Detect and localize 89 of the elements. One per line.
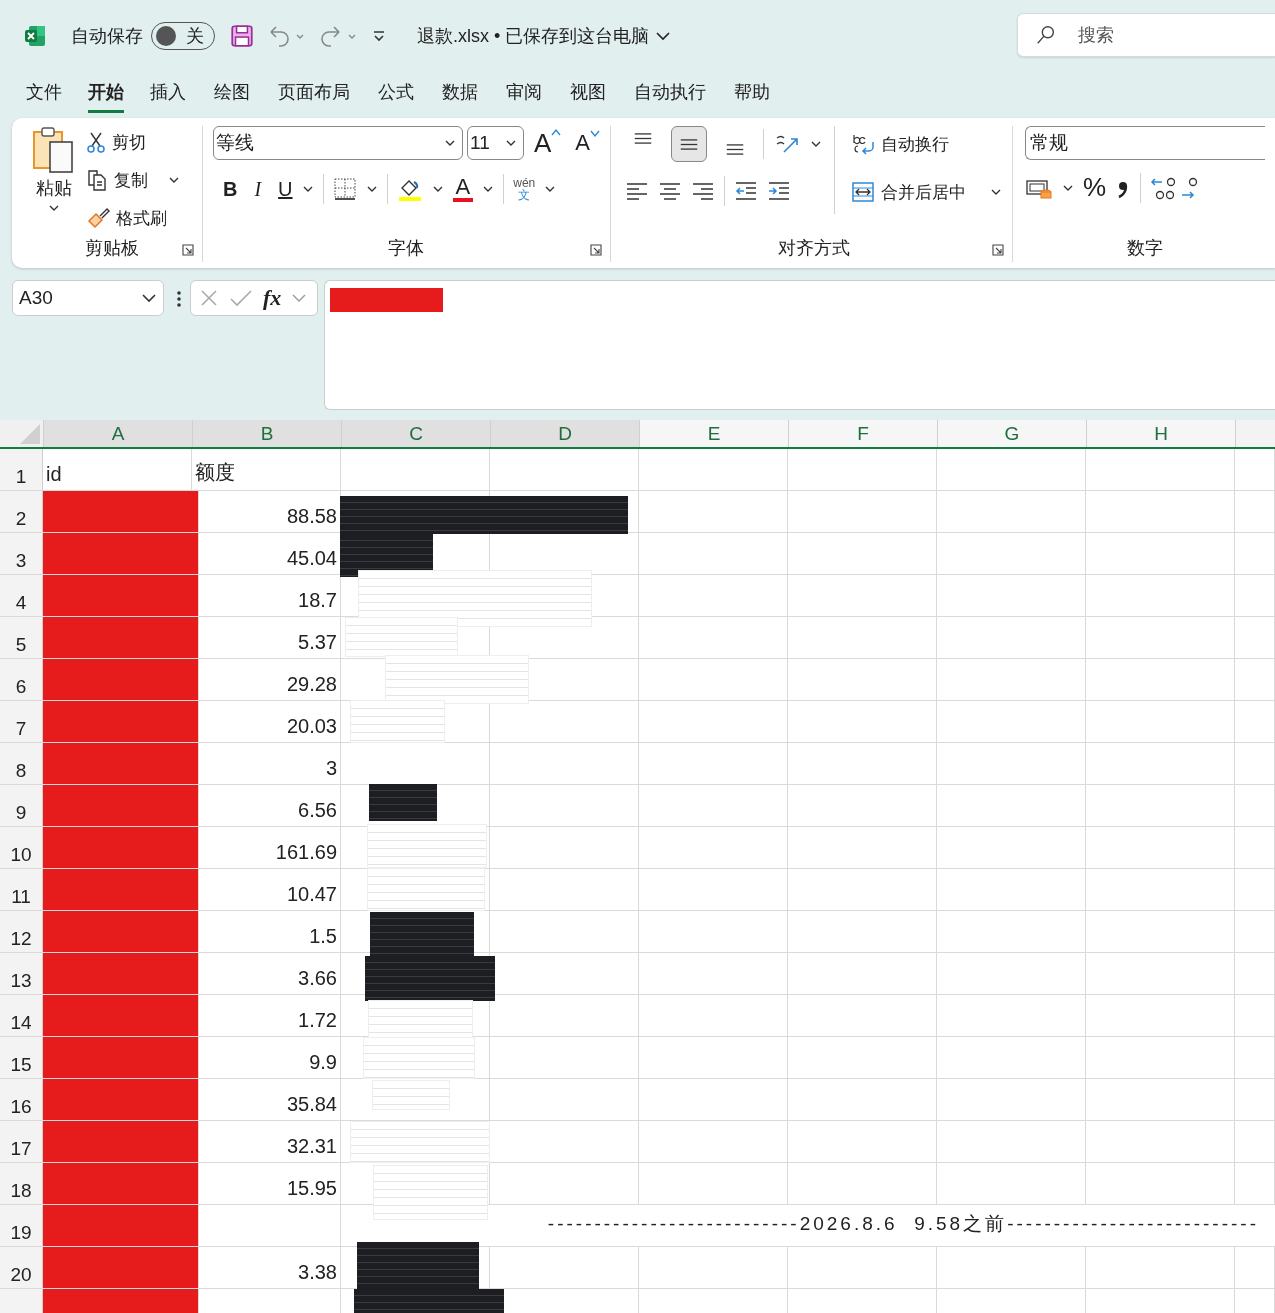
paste-button[interactable]: 粘贴 xyxy=(32,126,76,234)
caret-down-icon xyxy=(590,130,600,138)
ribbon-tab[interactable]: 帮助 xyxy=(722,72,782,113)
align-lines-icon xyxy=(724,144,746,155)
merge-center-button[interactable]: 合并后居中 xyxy=(851,174,1002,210)
row-header[interactable]: 16 xyxy=(0,1079,43,1120)
wrap-text-icon xyxy=(851,132,875,156)
row-header[interactable]: 19 xyxy=(0,1205,43,1246)
row-header[interactable]: 11 xyxy=(0,869,43,910)
decrease-indent-icon[interactable] xyxy=(734,179,758,203)
ribbon-tab[interactable]: 绘图 xyxy=(202,72,262,113)
search-field[interactable]: 搜索 xyxy=(1017,13,1275,57)
row-header[interactable]: 6 xyxy=(0,659,43,700)
row-header[interactable]: 17 xyxy=(0,1121,43,1162)
spreadsheet-app-icon xyxy=(23,24,47,48)
group-label: 字体 xyxy=(388,238,425,258)
paintbrush-icon xyxy=(86,207,110,229)
table-cell: 额度 xyxy=(192,449,341,490)
formula-input[interactable] xyxy=(324,280,1275,410)
number-format-dropdown[interactable]: 常规 xyxy=(1025,126,1265,160)
row-header[interactable]: 1 xyxy=(0,449,43,490)
row-header[interactable]: 14 xyxy=(0,995,43,1036)
row-header[interactable]: 20 xyxy=(0,1247,43,1288)
borders-icon[interactable] xyxy=(332,177,357,201)
ribbon-tab[interactable]: 自动执行 xyxy=(622,72,718,113)
ribbon-tab[interactable]: 页面布局 xyxy=(266,72,362,113)
underline-button[interactable]: U xyxy=(278,177,293,201)
more-options-icon[interactable] xyxy=(176,289,182,309)
merge-cells-icon xyxy=(851,180,875,204)
row-header[interactable]: 13 xyxy=(0,953,43,994)
font-color-button[interactable]: A xyxy=(452,176,474,202)
increase-indent-icon[interactable] xyxy=(767,179,791,203)
row-header[interactable]: 5 xyxy=(0,617,43,658)
ribbon-tab[interactable]: 视图 xyxy=(558,72,618,113)
format-painter-button[interactable]: 格式刷 xyxy=(86,202,180,234)
column-header[interactable]: D xyxy=(490,420,639,447)
copy-icon xyxy=(86,169,108,191)
column-header[interactable]: A xyxy=(43,420,192,447)
group-label: 剪贴板 xyxy=(85,238,139,258)
font-name-dropdown[interactable]: 等线 xyxy=(212,126,463,160)
clipboard-icon xyxy=(32,126,76,174)
row-header[interactable]: 9 xyxy=(0,785,43,826)
row-header[interactable]: 2 xyxy=(0,491,43,532)
group-label: 对齐方式 xyxy=(777,238,850,258)
phonetic-guide-button[interactable]: wén 文 xyxy=(513,177,536,201)
ribbon-tab[interactable]: 开始 xyxy=(88,72,124,113)
align-lines-icon xyxy=(678,138,700,150)
save-icon[interactable] xyxy=(229,23,255,49)
column-header[interactable]: B xyxy=(192,420,341,447)
font-size-dropdown[interactable]: 11 xyxy=(466,126,524,160)
vertical-align-button[interactable] xyxy=(671,126,707,162)
customize-caret-icon[interactable] xyxy=(371,28,387,44)
bold-button[interactable]: B xyxy=(222,177,238,201)
copy-button[interactable]: 复制 xyxy=(86,164,180,196)
row-header[interactable]: 8 xyxy=(0,743,43,784)
row-header[interactable]: 7 xyxy=(0,701,43,742)
dialog-launcher-icon[interactable] xyxy=(992,244,1004,256)
caret-up-icon xyxy=(551,127,562,136)
row-header[interactable]: 15 xyxy=(0,1037,43,1078)
scissors-icon xyxy=(86,131,106,153)
ribbon-tab[interactable]: 数据 xyxy=(430,72,490,113)
checkmark-icon[interactable] xyxy=(229,288,253,308)
cut-button[interactable]: 剪切 xyxy=(86,126,180,158)
row-header[interactable]: 12 xyxy=(0,911,43,952)
percent-style-button[interactable]: % xyxy=(1083,172,1107,203)
group-label: 数字 xyxy=(1127,238,1163,258)
autosave-label: 自动保存 xyxy=(71,25,143,48)
ribbon-tab[interactable]: 文件 xyxy=(14,72,74,113)
column-header[interactable]: C xyxy=(341,420,490,447)
increase-font-size-button[interactable]: A xyxy=(533,127,562,159)
document-title[interactable]: 退款.xlsx • 已保存到这台电脑 xyxy=(417,24,650,48)
align-lines-icon xyxy=(632,133,654,144)
ribbon-tab[interactable]: 审阅 xyxy=(494,72,554,113)
table-cell-text: ---------------------------2026.8.6 9.58之前--------------------------- xyxy=(546,1211,1260,1236)
ribbon-tab[interactable]: 公式 xyxy=(366,72,426,113)
search-icon xyxy=(1035,24,1057,46)
row-header[interactable]: 3 xyxy=(0,533,43,574)
italic-button[interactable]: I xyxy=(254,177,262,201)
dialog-launcher-icon[interactable] xyxy=(181,244,194,256)
ribbon-tab[interactable]: 插入 xyxy=(138,72,198,113)
name-box[interactable]: A30 xyxy=(12,280,164,316)
row-header[interactable]: 10 xyxy=(0,827,43,868)
row-header[interactable]: 18 xyxy=(0,1163,43,1204)
dialog-launcher-icon[interactable] xyxy=(590,244,602,256)
table-cell: id xyxy=(43,449,192,490)
insert-function-button[interactable]: fx xyxy=(263,285,282,311)
wrap-text-button[interactable]: 自动换行 xyxy=(851,126,1002,162)
decrease-font-size-button[interactable]: A xyxy=(575,130,600,156)
row-header[interactable]: 4 xyxy=(0,575,43,616)
